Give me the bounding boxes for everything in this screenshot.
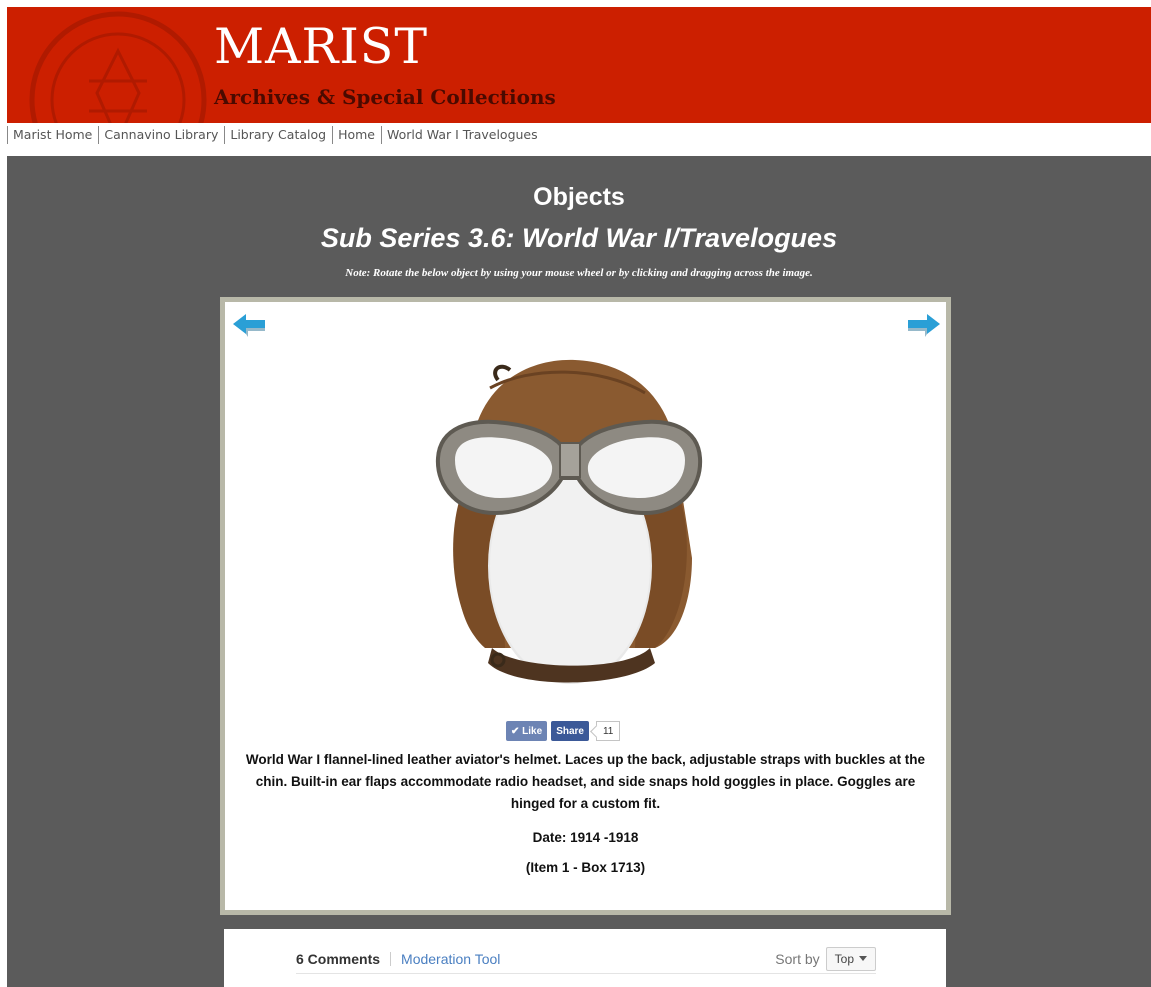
object-viewer: ✔ Like Share 11 World War I flannel-line… [220, 297, 951, 915]
nav-link-home[interactable]: Home [332, 126, 381, 144]
check-icon: ✔ [511, 725, 523, 737]
page-title: Objects [533, 183, 625, 211]
sort-value: Top [834, 951, 854, 966]
left-arrow-icon[interactable] [231, 312, 267, 342]
share-button[interactable]: Share [551, 721, 589, 741]
share-label: Share [556, 725, 584, 737]
like-label: Like [522, 725, 543, 737]
social-buttons: ✔ Like Share 11 [506, 721, 621, 741]
page-subtitle: Sub Series 3.6: World War I/Travelogues [320, 223, 838, 253]
right-arrow-icon[interactable] [906, 312, 942, 342]
item-date: Date: 1914 -1918 [532, 830, 639, 845]
aviator-helmet-image[interactable] [430, 348, 710, 698]
site-header: MARIST Archives & Special Collections [7, 7, 1151, 123]
marist-seal-logo [29, 11, 207, 123]
nav-link-cannavino-library[interactable]: Cannavino Library [98, 126, 224, 144]
sort-dropdown[interactable]: Top [825, 946, 876, 971]
moderation-tool-link[interactable]: Moderation Tool [401, 951, 500, 967]
brand-title: MARIST [214, 18, 429, 75]
like-button[interactable]: ✔ Like [506, 721, 548, 741]
brand-subtitle: Archives & Special Collections [214, 85, 556, 109]
share-count: 11 [595, 721, 621, 741]
item-reference: (Item 1 - Box 1713) [525, 860, 646, 875]
comments-section: 6 Comments Moderation Tool Sort by Top [224, 929, 946, 987]
comment-count[interactable]: 6 Comments [296, 951, 380, 967]
nav-link-library-catalog[interactable]: Library Catalog [224, 126, 332, 144]
item-description: World War I flannel-lined leather aviato… [245, 752, 926, 811]
chevron-down-icon [859, 956, 867, 961]
comments-toolbar: 6 Comments Moderation Tool Sort by Top [296, 944, 876, 974]
sort-label: Sort by [775, 950, 820, 967]
top-nav: Marist Home Cannavino Library Library Ca… [7, 123, 1151, 156]
sort-control: Sort by Top [775, 946, 876, 971]
rotation-note: Note: Rotate the below object by using y… [345, 267, 813, 279]
nav-link-marist-home[interactable]: Marist Home [7, 126, 98, 144]
nav-link-world-war-travelogues[interactable]: World War I Travelogues [380, 126, 544, 144]
toolbar-divider [390, 951, 392, 966]
main-content: Objects Sub Series 3.6: World War I/Trav… [7, 156, 1151, 987]
